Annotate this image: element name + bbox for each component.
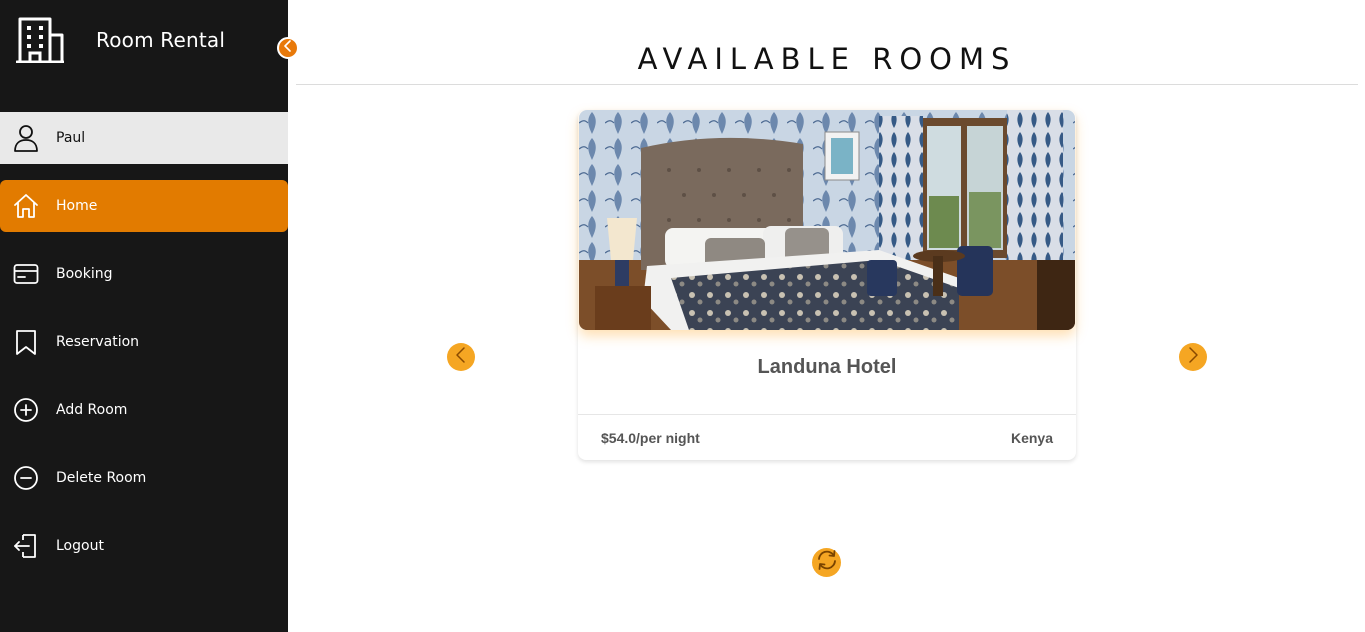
logout-icon <box>13 533 39 564</box>
home-icon <box>13 193 39 224</box>
card-divider <box>578 414 1076 415</box>
refresh-icon <box>815 548 839 577</box>
nav-item-logout[interactable]: Logout <box>0 520 288 572</box>
nav-item-label: Delete Room <box>56 470 147 486</box>
user-icon <box>13 124 39 157</box>
room-card[interactable]: Landuna Hotel $54.0/per night Kenya <box>578 110 1076 460</box>
bookmark-icon <box>13 329 39 360</box>
room-price: $54.0/per night <box>601 430 700 446</box>
building-icon <box>16 17 64 63</box>
nav-item-label: Logout <box>56 538 104 554</box>
chevron-left-icon <box>454 346 468 369</box>
nav-item-label: Home <box>56 198 98 214</box>
room-image <box>579 110 1075 330</box>
nav-item-booking[interactable]: Booking <box>0 248 288 300</box>
main-content: AVAILABLE ROOMS Landuna Hotel $54.0/per … <box>296 0 1358 632</box>
refresh-button[interactable] <box>812 548 841 577</box>
minus-circle-icon <box>13 465 39 496</box>
nav-item-label: Reservation <box>56 334 140 350</box>
title-divider <box>296 84 1358 85</box>
previous-room-button[interactable] <box>447 343 475 371</box>
room-location: Kenya <box>1010 430 1053 446</box>
collapse-sidebar-button[interactable] <box>277 37 299 59</box>
chevron-left-icon <box>283 39 293 57</box>
nav-item-reservation[interactable]: Reservation <box>0 316 288 368</box>
nav-item-home[interactable]: Home <box>0 180 288 232</box>
nav-item-delete-room[interactable]: Delete Room <box>0 452 288 504</box>
chevron-right-icon <box>1186 346 1200 369</box>
nav-item-add-room[interactable]: Add Room <box>0 384 288 436</box>
plus-circle-icon <box>13 397 39 428</box>
brand: Room Rental <box>16 16 276 64</box>
credit-card-icon <box>13 261 39 292</box>
room-name: Landuna Hotel <box>757 356 897 378</box>
nav-item-label: Add Room <box>56 402 128 418</box>
sidebar: Room Rental Paul Home Booking Reservatio… <box>0 0 288 632</box>
page-title: AVAILABLE ROOMS <box>637 42 1017 76</box>
user-name: Paul <box>56 130 86 146</box>
next-room-button[interactable] <box>1179 343 1207 371</box>
user-profile[interactable]: Paul <box>0 112 288 164</box>
app-title: Room Rental <box>96 28 226 52</box>
nav-item-label: Booking <box>56 266 113 282</box>
